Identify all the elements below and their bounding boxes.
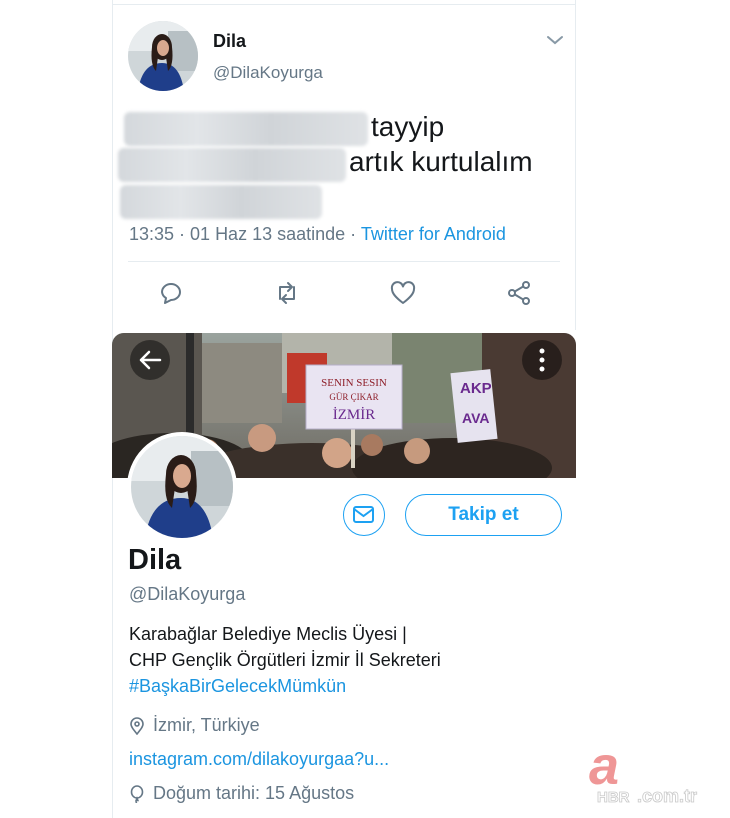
profile-handle: @DilaKoyurga <box>129 584 246 604</box>
profile-birthday: Doğum tarihi: 15 Ağustos <box>129 783 354 804</box>
profile-bio-line: Karabağlar Belediye Meclis Üyesi | <box>129 624 407 644</box>
follow-button[interactable]: Takip et <box>405 494 562 536</box>
tweet-author-handle[interactable]: @DilaKoyurga <box>213 63 323 83</box>
tweet-source-link[interactable]: Twitter for Android <box>361 224 506 244</box>
arrow-left-icon <box>139 350 162 370</box>
tweet-author-name[interactable]: Dila <box>213 31 246 52</box>
chevron-down-icon[interactable] <box>545 33 565 47</box>
site-watermark: a HBR .com.tr <box>585 736 725 808</box>
tweet-card[interactable]: Dila @DilaKoyurga tayyip artık kurtulalı… <box>112 5 576 330</box>
retweet-icon[interactable] <box>273 279 301 307</box>
banner-sign-text: SENIN SESIN <box>321 377 387 389</box>
share-icon[interactable] <box>505 279 533 307</box>
tweet-avatar[interactable] <box>128 21 198 91</box>
tweet-meta: 13:35 · 01 Haz 13 saatinde · Twitter for… <box>129 224 506 245</box>
tweet-text-line1: tayyip <box>371 111 445 142</box>
redacted-text <box>124 112 368 146</box>
redacted-text <box>120 185 322 219</box>
profile-hashtag-link[interactable]: #BaşkaBirGelecekMümkün <box>129 676 346 697</box>
redacted-text <box>118 148 346 182</box>
more-options-button[interactable] <box>522 340 562 380</box>
profile-website-link[interactable]: instagram.com/dilakoyurgaa?u... <box>129 749 389 770</box>
profile-location: İzmir, Türkiye <box>129 715 260 736</box>
envelope-icon <box>353 506 374 523</box>
svg-text:a: a <box>589 742 619 796</box>
profile-name: Dila <box>128 544 182 576</box>
birthday-text: Doğum tarihi: 15 Ağustos <box>153 783 355 803</box>
reply-icon[interactable] <box>157 279 185 307</box>
location-text: İzmir, Türkiye <box>153 715 260 735</box>
back-button[interactable] <box>130 340 170 380</box>
banner-sign-text: İZMİR <box>333 407 376 423</box>
banner-sign-text: AKP <box>460 380 492 397</box>
like-icon[interactable] <box>389 279 417 307</box>
banner-sign-text: AVA <box>462 410 489 426</box>
tweet-timestamp[interactable]: 13:35 · 01 Haz 13 saatinde · <box>129 224 361 244</box>
profile-bio-line: CHP Gençlik Örgütleri İzmir İl Sekreteri <box>129 650 441 670</box>
banner-sign-text: GÜR ÇIKAR <box>329 392 378 402</box>
balloon-icon <box>130 784 144 803</box>
message-button[interactable] <box>343 494 385 536</box>
more-vertical-icon <box>539 348 545 372</box>
divider <box>128 261 560 262</box>
svg-text:HBR: HBR <box>597 789 630 806</box>
profile-avatar[interactable] <box>127 432 237 542</box>
location-pin-icon <box>130 716 144 735</box>
svg-text:.com.tr: .com.tr <box>637 786 697 806</box>
tweet-text-line2: artık kurtulalım <box>349 146 533 177</box>
